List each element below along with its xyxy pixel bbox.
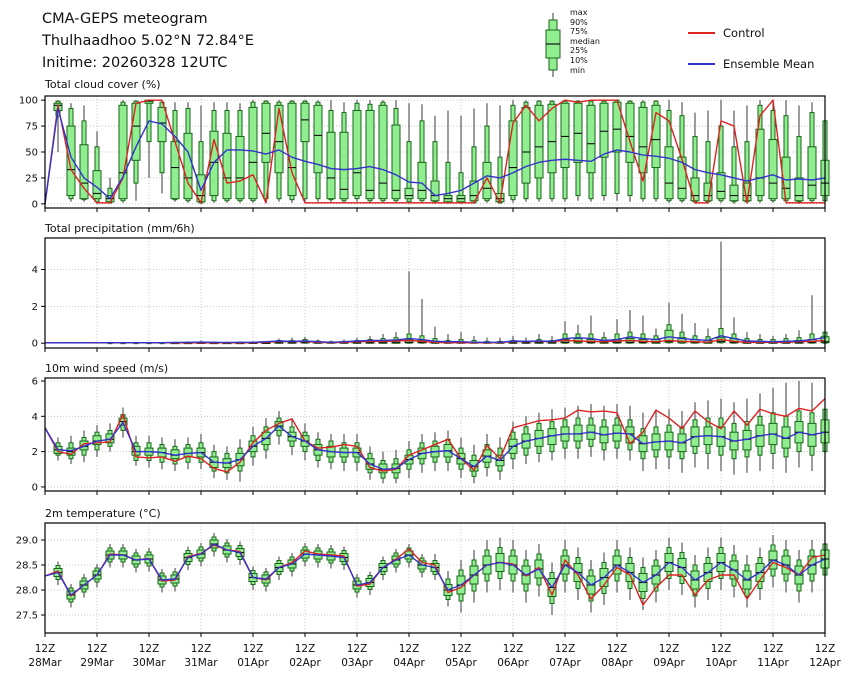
svg-text:29Mar: 29Mar: [80, 657, 114, 669]
svg-text:12Z: 12Z: [711, 643, 732, 655]
panel-title-temperature: 2m temperature (°C): [45, 507, 161, 520]
svg-text:12Z: 12Z: [347, 643, 368, 655]
svg-text:6: 6: [32, 377, 38, 388]
legend-label-p10: 10%: [570, 55, 588, 65]
svg-text:01Apr: 01Apr: [237, 657, 269, 669]
legend-label-max: max: [570, 8, 588, 17]
meteogram-chart: 0 25 50 75 100 0 2 4 0 2 4 6 27.5 28.0 28.5 29.0 12Z 28Ma…: [16, 13, 841, 669]
boxplot-legend-labels: max 90% 75% median 25% 10% min: [570, 8, 600, 75]
svg-text:4: 4: [32, 265, 38, 276]
init-time: Initime: 20260328 12UTC: [42, 55, 228, 71]
svg-text:30Mar: 30Mar: [132, 657, 166, 669]
svg-text:12Z: 12Z: [451, 643, 472, 655]
svg-text:2: 2: [32, 447, 38, 458]
legend-label-p90: 90%: [570, 17, 588, 27]
svg-text:12Z: 12Z: [139, 643, 160, 655]
svg-text:03Apr: 03Apr: [341, 657, 373, 669]
svg-text:12Z: 12Z: [815, 643, 836, 655]
svg-text:0: 0: [32, 199, 38, 210]
svg-text:12Z: 12Z: [399, 643, 420, 655]
svg-text:28Mar: 28Mar: [28, 657, 62, 669]
legend-label-min: min: [570, 65, 586, 75]
svg-text:09Apr: 09Apr: [653, 657, 685, 669]
meteogram-page: 0 25 50 75 100 0 2 4 0 2 4 6 27.5 28.0 28.5 29.0 12Z 28Ma…: [0, 0, 848, 681]
svg-text:12Z: 12Z: [295, 643, 316, 655]
svg-text:100: 100: [19, 96, 38, 107]
svg-text:12Z: 12Z: [87, 643, 108, 655]
svg-text:0: 0: [32, 482, 38, 493]
location-coordinates: Thulhaadhoo 5.02°N 72.84°E: [42, 33, 254, 49]
svg-text:0: 0: [32, 339, 38, 350]
svg-text:12Z: 12Z: [503, 643, 524, 655]
page-title: CMA-GEPS meteogram: [42, 11, 208, 27]
svg-text:28.0: 28.0: [16, 586, 38, 597]
panel-title-cloud-cover: Total cloud cover (%): [45, 78, 161, 91]
svg-text:2: 2: [32, 302, 38, 313]
svg-text:12Z: 12Z: [555, 643, 576, 655]
svg-text:04Apr: 04Apr: [393, 657, 425, 669]
svg-text:06Apr: 06Apr: [497, 657, 529, 669]
svg-text:12Apr: 12Apr: [809, 657, 841, 669]
svg-text:50: 50: [25, 148, 38, 159]
legend-label-p75: 75%: [570, 27, 588, 37]
panel-title-wind-speed: 10m wind speed (m/s): [45, 362, 169, 375]
svg-text:12Z: 12Z: [35, 643, 56, 655]
svg-text:28.5: 28.5: [16, 561, 38, 572]
svg-text:12Z: 12Z: [191, 643, 212, 655]
svg-text:12Z: 12Z: [607, 643, 628, 655]
svg-text:31Mar: 31Mar: [184, 657, 218, 669]
svg-text:08Apr: 08Apr: [601, 657, 633, 669]
legend-label-p25: 25%: [570, 46, 588, 56]
svg-text:02Apr: 02Apr: [289, 657, 321, 669]
svg-text:11Apr: 11Apr: [757, 657, 789, 669]
svg-text:12Z: 12Z: [243, 643, 264, 655]
svg-text:25: 25: [25, 173, 38, 184]
svg-text:4: 4: [32, 412, 38, 423]
legend-label-median: median: [570, 36, 600, 46]
svg-text:29.0: 29.0: [16, 536, 38, 547]
svg-text:12Z: 12Z: [659, 643, 680, 655]
svg-text:10Apr: 10Apr: [705, 657, 737, 669]
svg-text:05Apr: 05Apr: [445, 657, 477, 669]
svg-text:07Apr: 07Apr: [549, 657, 581, 669]
panel-title-precipitation: Total precipitation (mm/6h): [45, 222, 195, 235]
header: CMA-GEPS meteogram Thulhaadhoo 5.02°N 72…: [42, 8, 254, 74]
svg-text:27.5: 27.5: [16, 611, 38, 622]
svg-text:12Z: 12Z: [763, 643, 784, 655]
svg-text:75: 75: [25, 122, 38, 133]
